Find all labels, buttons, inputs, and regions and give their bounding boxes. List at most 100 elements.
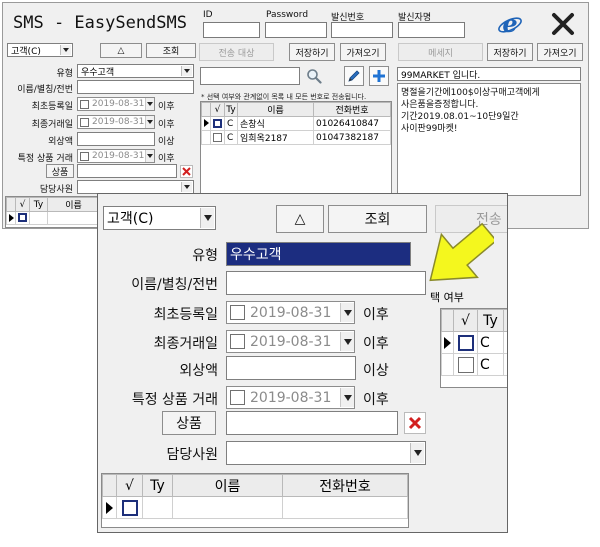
product-trade-checkbox[interactable] xyxy=(80,151,89,161)
message-body-textarea[interactable]: 명절을기간에100$이상구매고객에게 사은품을증정합니다. 기간2019.08.… xyxy=(397,83,581,196)
row-checkbox[interactable] xyxy=(18,213,27,222)
table-row[interactable]: C xyxy=(441,331,507,354)
row-checkbox[interactable] xyxy=(213,132,222,142)
last-trade-date: 2019-08-31 xyxy=(250,333,332,350)
col-type: Ty xyxy=(29,197,48,212)
first-reg-after-label: 이후 xyxy=(158,102,175,112)
credit-input[interactable] xyxy=(77,132,155,146)
last-trade-label: 최종거래일 xyxy=(31,120,73,130)
name-search-input[interactable] xyxy=(77,80,194,94)
last-trade-label: 최종거래일 xyxy=(153,336,218,352)
first-reg-checkbox[interactable] xyxy=(80,99,89,109)
last-trade-date-picker[interactable]: 2019-08-31 xyxy=(77,115,155,129)
close-icon[interactable] xyxy=(546,9,580,39)
target-grid-header: √ Ty xyxy=(441,309,507,332)
type-value: 우수고객 xyxy=(81,67,115,78)
product-trade-after-label: 이후 xyxy=(363,392,389,408)
message-save-button[interactable]: 저장하기 xyxy=(487,43,533,61)
chevron-down-icon xyxy=(410,443,424,463)
svg-text:e: e xyxy=(502,11,517,37)
tab-message[interactable]: 메세지 xyxy=(398,43,483,61)
magnifier-icon[interactable] xyxy=(304,67,324,85)
target-search-input[interactable] xyxy=(200,67,300,85)
product-trade-date: 2019-08-31 xyxy=(92,151,145,161)
table-row[interactable]: C 손창식 01026410847 xyxy=(201,116,391,131)
message-line: 기간2019.08.01~10단9일간 xyxy=(401,112,519,122)
id-input[interactable] xyxy=(203,22,260,38)
target-grid[interactable]: √ Ty C C xyxy=(440,308,507,388)
product-button[interactable]: 상품 xyxy=(46,164,74,178)
chevron-down-icon xyxy=(181,182,192,192)
chevron-down-icon xyxy=(340,303,354,322)
name-search-label: 이름/별칭/전번 xyxy=(131,277,218,293)
table-row[interactable] xyxy=(102,496,408,519)
internet-explorer-icon[interactable]: e xyxy=(493,9,527,39)
credit-label: 외상액 xyxy=(179,363,218,379)
credit-input[interactable] xyxy=(226,356,356,380)
sort-button[interactable]: △ xyxy=(276,205,324,233)
message-subject-input[interactable]: 99MARKET 입니다. xyxy=(397,67,581,81)
credit-label: 외상액 xyxy=(48,137,73,147)
plus-icon[interactable] xyxy=(369,66,389,86)
credit-above-label: 이상 xyxy=(158,137,175,147)
row-checkbox[interactable] xyxy=(457,334,474,351)
first-reg-date-picker[interactable]: 2019-08-31 xyxy=(77,97,155,111)
col-check: √ xyxy=(116,474,143,497)
product-trade-label: 특정 상품 거래 xyxy=(131,392,218,408)
category-select[interactable]: 고객(C) xyxy=(7,43,73,57)
col-type: Ty xyxy=(477,309,504,332)
staff-label: 담당사원 xyxy=(166,447,218,463)
customer-grid-header: √ Ty 이름 전화번호 xyxy=(102,474,408,497)
last-trade-checkbox[interactable] xyxy=(80,117,89,127)
target-save-button[interactable]: 저장하기 xyxy=(289,43,335,61)
message-line: 사이판99마켓! xyxy=(401,124,458,134)
product-trade-date-picker[interactable]: 2019-08-31 xyxy=(77,149,155,163)
target-load-button[interactable]: 가져오기 xyxy=(340,43,386,61)
id-label: ID xyxy=(203,10,213,20)
product-trade-checkbox[interactable] xyxy=(230,390,245,405)
first-reg-date-picker[interactable]: 2019-08-31 xyxy=(226,301,355,324)
table-row[interactable]: C 임희옥2187 01047382187 xyxy=(201,130,391,145)
last-trade-after-label: 이후 xyxy=(363,336,389,352)
row-pointer-icon xyxy=(106,501,113,514)
product-button[interactable]: 상품 xyxy=(162,411,216,435)
name-search-input[interactable] xyxy=(226,271,426,295)
lookup-button[interactable]: 조회 xyxy=(146,43,196,58)
target-grid[interactable]: √ Ty 이름 전화번호 C 손창식 01026410847 C 임희옥2187… xyxy=(200,101,392,198)
first-reg-checkbox[interactable] xyxy=(230,305,245,320)
type-value: 우수고객 xyxy=(230,247,282,263)
row-pointer-icon xyxy=(203,119,209,127)
last-trade-checkbox[interactable] xyxy=(230,334,245,349)
chevron-down-icon xyxy=(145,150,154,162)
target-grid-header: √ Ty 이름 전화번호 xyxy=(201,102,391,117)
chevron-down-icon xyxy=(200,208,214,228)
tab-send-target[interactable]: 전송 대상 xyxy=(199,43,274,61)
staff-select[interactable] xyxy=(77,180,194,194)
col-type: Ty xyxy=(224,102,238,117)
row-checkbox[interactable] xyxy=(121,499,138,516)
category-select[interactable]: 고객(C) xyxy=(103,206,216,230)
password-input[interactable] xyxy=(265,22,327,38)
message-load-button[interactable]: 가져오기 xyxy=(537,43,583,61)
staff-select[interactable] xyxy=(226,441,426,465)
product-input[interactable] xyxy=(226,411,398,435)
row-checkbox[interactable] xyxy=(213,118,222,128)
delete-x-icon[interactable] xyxy=(404,412,426,434)
customer-grid[interactable]: √ Ty 이름 전화번호 xyxy=(101,473,409,528)
table-row[interactable]: C xyxy=(441,353,507,376)
pencil-icon[interactable] xyxy=(344,66,364,86)
credit-above-label: 이상 xyxy=(363,363,389,379)
last-trade-date-picker[interactable]: 2019-08-31 xyxy=(226,330,355,353)
type-label: 유형 xyxy=(56,69,73,79)
row-checkbox[interactable] xyxy=(457,356,474,373)
type-select[interactable]: 우수고객 xyxy=(226,242,411,266)
message-line: 명절을기간에100$이상구매고객에게 xyxy=(401,88,540,98)
product-input[interactable] xyxy=(77,164,177,178)
product-trade-date-picker[interactable]: 2019-08-31 xyxy=(226,386,355,409)
sort-button[interactable]: △ xyxy=(100,43,142,58)
type-select[interactable]: 우수고객 xyxy=(77,64,194,78)
chevron-down-icon xyxy=(60,45,71,55)
sender-number-input[interactable] xyxy=(331,22,393,38)
sender-name-input[interactable] xyxy=(398,22,465,38)
delete-x-icon[interactable] xyxy=(180,165,193,178)
